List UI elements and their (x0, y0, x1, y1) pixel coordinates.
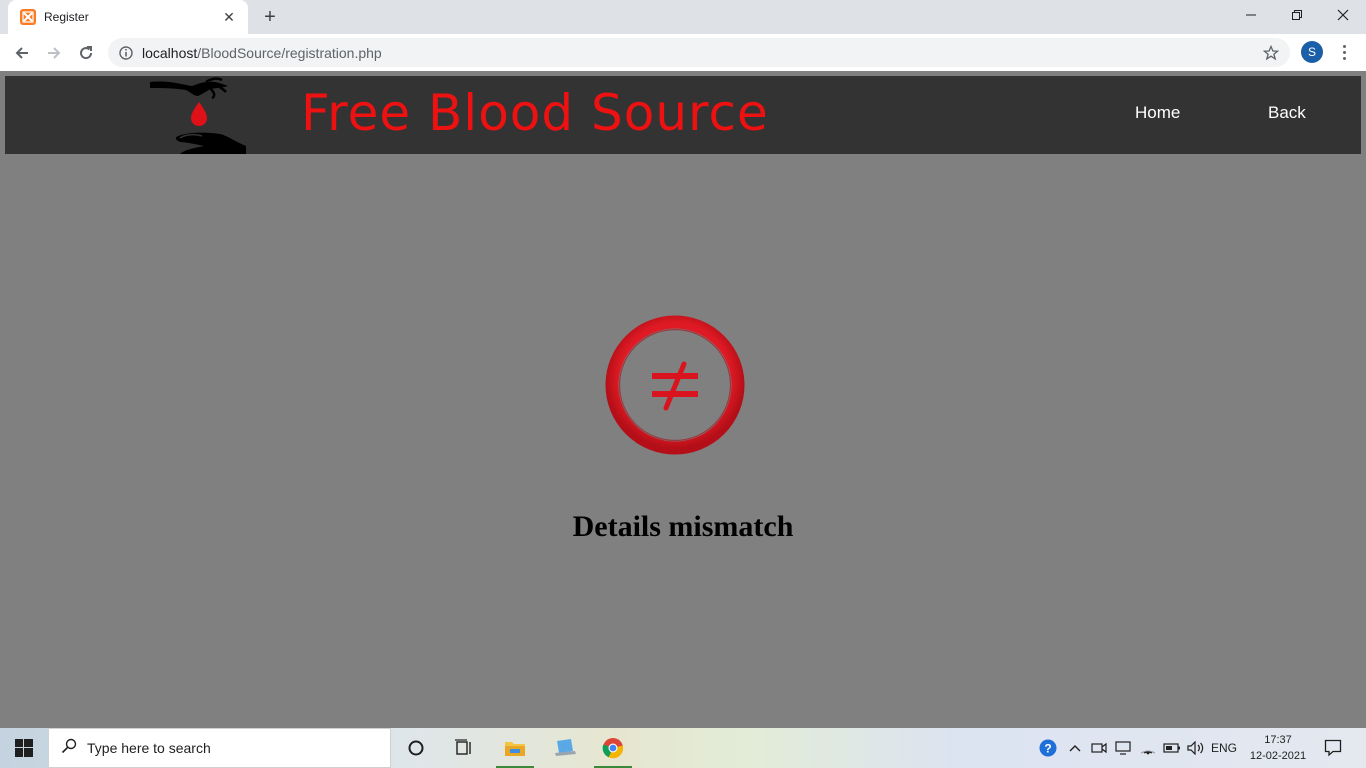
restore-button[interactable] (1274, 0, 1320, 30)
xampp-favicon-icon (20, 9, 36, 25)
new-tab-button[interactable]: + (258, 6, 282, 28)
file-explorer-icon[interactable] (492, 728, 538, 768)
tab-close-icon[interactable]: ✕ (220, 8, 238, 26)
minimize-button[interactable] (1228, 0, 1274, 30)
volume-icon[interactable] (1186, 738, 1206, 758)
language-indicator[interactable]: ENG (1210, 738, 1238, 758)
chrome-icon[interactable] (590, 728, 636, 768)
laptop-app-icon[interactable] (542, 728, 588, 768)
clock-time: 17:37 (1264, 734, 1292, 746)
menu-kebab-icon[interactable] (1336, 41, 1352, 63)
chevron-up-icon[interactable] (1066, 738, 1084, 758)
info-icon[interactable] (118, 45, 134, 61)
meet-now-icon[interactable] (1090, 738, 1108, 758)
taskbar: Type here to search ? ENG 17:37 12-02-20… (0, 728, 1366, 768)
site-title: Free Blood Source (301, 84, 769, 142)
cortana-icon[interactable] (393, 728, 439, 768)
address-bar[interactable]: localhost/BloodSource/registration.php (108, 38, 1290, 67)
site-header: Free Blood Source Home Back (5, 76, 1361, 154)
nav-home-link[interactable]: Home (1135, 103, 1180, 123)
nav-back-link[interactable]: Back (1268, 103, 1306, 123)
search-icon (61, 738, 77, 759)
notification-center-icon[interactable] (1318, 736, 1348, 760)
search-placeholder: Type here to search (87, 740, 211, 756)
back-arrow-icon[interactable] (8, 39, 36, 67)
close-window-button[interactable] (1320, 0, 1366, 30)
wifi-icon[interactable] (1138, 738, 1158, 758)
not-equal-icon (604, 314, 746, 456)
clock[interactable]: 17:37 12-02-2021 (1248, 732, 1308, 764)
taskbar-search-input[interactable]: Type here to search (48, 728, 391, 768)
status-message: Details mismatch (572, 510, 794, 543)
clock-date: 12-02-2021 (1249, 750, 1307, 762)
url-host: localhost (142, 44, 198, 61)
bookmark-star-icon[interactable] (1262, 44, 1280, 62)
profile-avatar[interactable]: S (1301, 41, 1323, 63)
windows-start-icon[interactable] (0, 728, 48, 768)
url-text: localhost/BloodSource/registration.php (142, 45, 382, 61)
display-icon[interactable] (1114, 738, 1132, 758)
tab-title: Register (44, 10, 89, 24)
browser-toolbar: localhost/BloodSource/registration.php S (0, 34, 1366, 71)
battery-icon[interactable] (1162, 738, 1182, 758)
help-icon[interactable]: ? (1038, 738, 1058, 758)
url-path: /BloodSource/registration.php (197, 44, 382, 61)
browser-tabstrip: Register ✕ + (0, 0, 1366, 34)
svg-text:?: ? (1044, 742, 1051, 756)
task-view-icon[interactable] (441, 728, 487, 768)
browser-tab[interactable]: Register ✕ (8, 0, 248, 34)
reload-icon[interactable] (72, 39, 100, 67)
blood-drop-hands-logo-icon (150, 76, 250, 154)
forward-arrow-icon[interactable] (40, 39, 68, 67)
